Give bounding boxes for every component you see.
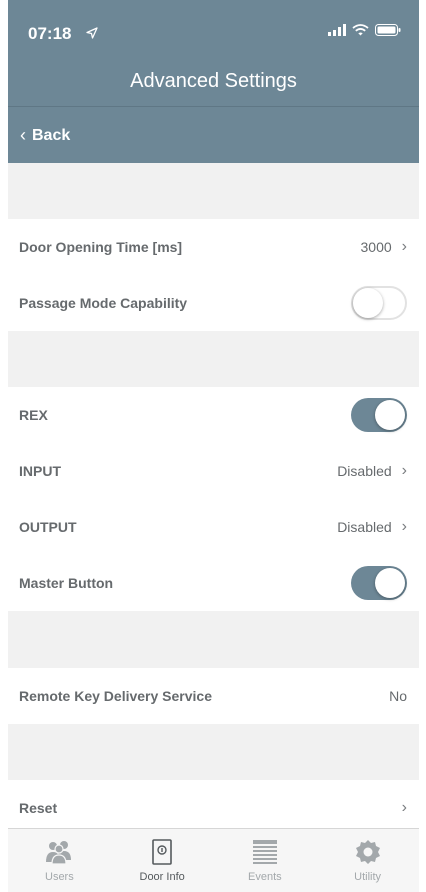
- signal-icon: [328, 24, 346, 36]
- battery-icon: [375, 24, 401, 36]
- users-icon: [46, 841, 72, 864]
- settings-list: Door Opening Time [ms] 3000 › Passage Mo…: [8, 163, 419, 836]
- door-opening-time-value: 3000: [360, 239, 392, 255]
- output-row[interactable]: OUTPUT Disabled ›: [8, 499, 419, 555]
- tab-utility-label: Utility: [354, 871, 382, 883]
- tab-events[interactable]: Events: [214, 829, 317, 892]
- master-button-toggle[interactable]: [351, 566, 407, 600]
- chevron-left-icon: ‹: [20, 125, 26, 145]
- passage-mode-row: Passage Mode Capability: [8, 275, 419, 331]
- chevron-right-icon: ›: [401, 518, 407, 535]
- door-opening-time-row[interactable]: Door Opening Time [ms] 3000 ›: [8, 219, 419, 275]
- door-opening-time-value-group: 3000 ›: [361, 238, 407, 256]
- page-title: Advanced Settings: [130, 70, 297, 92]
- tab-users-label: Users: [45, 871, 74, 883]
- output-label: OUTPUT: [19, 519, 77, 535]
- section-spacer: [8, 163, 419, 219]
- master-button-row: Master Button: [8, 555, 419, 611]
- tab-bar: Users Door Info Events Utility: [8, 828, 419, 892]
- tab-users[interactable]: Users: [8, 829, 111, 892]
- wifi-icon: [352, 24, 369, 36]
- output-value: Disabled: [337, 519, 392, 535]
- back-label: Back: [32, 126, 71, 144]
- nav-bar: ‹ Back: [8, 106, 419, 163]
- app-screen: 07:18 Advanced Settings ‹ Back Door Open…: [8, 0, 419, 892]
- tab-door-info-label: Door Info: [139, 871, 185, 883]
- output-value-group: Disabled ›: [337, 518, 407, 536]
- input-value: Disabled: [337, 463, 392, 479]
- location-arrow-icon: [86, 27, 98, 39]
- passage-mode-label: Passage Mode Capability: [19, 295, 188, 311]
- toggle-knob: [375, 568, 405, 598]
- remote-key-delivery-row[interactable]: Remote Key Delivery Service No: [8, 668, 419, 724]
- section-spacer: [8, 331, 419, 387]
- input-row[interactable]: INPUT Disabled ›: [8, 443, 419, 499]
- remote-key-delivery-value: No: [389, 688, 407, 704]
- rex-label: REX: [19, 407, 48, 423]
- section-spacer: [8, 724, 419, 780]
- toggle-knob: [375, 400, 405, 430]
- tab-events-label: Events: [248, 871, 282, 883]
- chevron-right-icon: ›: [401, 799, 407, 816]
- title-bar: Advanced Settings: [8, 62, 419, 106]
- status-bar: 07:18: [8, 0, 419, 62]
- list-icon: [252, 840, 277, 864]
- status-time: 07:18: [28, 24, 72, 43]
- back-button[interactable]: ‹ Back: [20, 125, 70, 146]
- reset-value-group: ›: [402, 799, 407, 817]
- remote-key-delivery-label: Remote Key Delivery Service: [19, 688, 212, 704]
- rex-toggle[interactable]: [351, 398, 407, 432]
- door-opening-time-label: Door Opening Time [ms]: [19, 239, 183, 255]
- passage-mode-toggle[interactable]: [351, 286, 407, 320]
- gear-icon: [355, 840, 380, 864]
- toggle-knob: [353, 288, 383, 318]
- tab-door-info[interactable]: Door Info: [111, 829, 214, 892]
- chevron-right-icon: ›: [401, 462, 407, 479]
- input-label: INPUT: [19, 463, 61, 479]
- section-spacer: [8, 611, 419, 668]
- door-icon: [152, 839, 172, 865]
- input-value-group: Disabled ›: [337, 462, 407, 480]
- reset-label: Reset: [19, 800, 58, 816]
- tab-utility[interactable]: Utility: [316, 829, 419, 892]
- master-button-label: Master Button: [19, 575, 114, 591]
- rex-row: REX: [8, 387, 419, 443]
- status-indicators: [328, 24, 401, 36]
- chevron-right-icon: ›: [401, 238, 407, 255]
- remote-key-delivery-value-group: No: [389, 688, 407, 704]
